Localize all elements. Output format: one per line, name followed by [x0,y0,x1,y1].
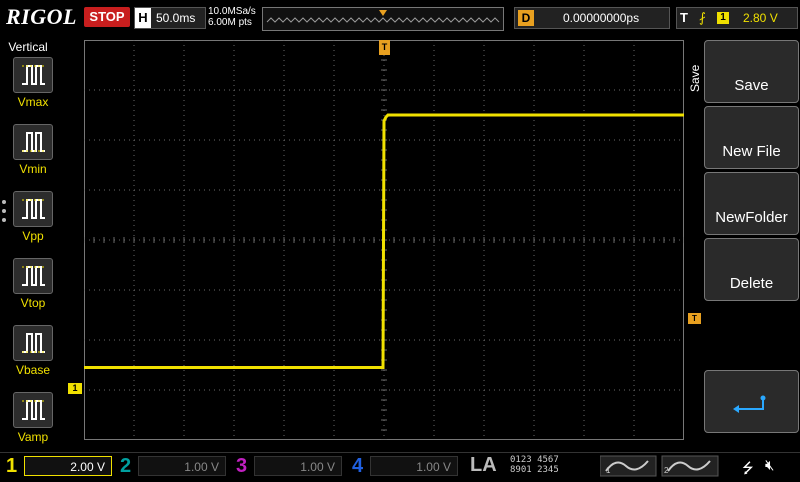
delay-indicator[interactable]: D 0.00000000ps [514,7,670,29]
return-arrow-icon [733,395,766,413]
trigger-key: T [680,10,688,25]
channel-4-number: 4 [352,455,364,477]
new-file-button[interactable]: New File [704,106,799,169]
memory-overview-strip[interactable] [262,7,504,31]
ch1-offset-marker[interactable]: 1 [68,383,82,394]
memory-waveform-icon [266,10,500,23]
acquisition-info: 10.0MSa/s 6.00M pts [208,6,256,28]
channel-4-button[interactable]: 4 1.00 V [350,454,458,478]
save-button[interactable]: Save [704,40,799,103]
memory-trigger-marker-icon [379,10,387,16]
new-folder-button[interactable]: NewFolder [704,172,799,235]
delay-key: D [518,10,534,26]
channel-3-button[interactable]: 3 1.00 V [234,454,342,478]
measure-vpp-button[interactable]: Vpp [13,191,53,243]
usb-icon: ⭍ [742,460,754,476]
vmin-icon [13,124,53,160]
channel-3-scale: 1.00 V [254,456,342,476]
channel-3-number: 3 [236,455,248,477]
measure-vmax-button[interactable]: Vmax [13,57,53,109]
source-waveform-icons[interactable]: 1 2 [600,455,730,477]
vbase-icon [13,325,53,361]
measure-panel-title: Vertical [8,40,48,54]
rising-edge-icon: ⨏ [699,10,706,25]
trigger-source: 1 [717,12,729,24]
channel-1-number: 1 [6,455,18,477]
vamp-icon [13,392,53,428]
timebase-value: 50.0ms [156,11,196,25]
channel-4-scale: 1.00 V [370,456,458,476]
measure-vbase-button[interactable]: Vbase [13,325,53,377]
timebase-indicator[interactable]: H 50.0ms [134,7,206,29]
run-stop-button[interactable]: STOP [84,7,130,27]
channel-2-scale: 1.00 V [138,456,226,476]
timebase-key: H [135,8,151,28]
measure-vmin-button[interactable]: Vmin [13,124,53,176]
trigger-position-marker[interactable]: T [379,40,390,55]
delay-value: 0.00000000ps [563,11,640,25]
trigger-level: 2.80 V [743,11,778,25]
measure-vtop-button[interactable]: Vtop [13,258,53,310]
delete-button[interactable]: Delete [704,238,799,301]
svg-text:2: 2 [664,466,669,475]
trigger-indicator[interactable]: T ⨏ 1 2.80 V [676,7,798,29]
speaker-mute-icon[interactable]: 🔇︎ [765,457,774,474]
vpp-icon [13,191,53,227]
back-button[interactable] [704,370,799,433]
sample-rate: 10.0MSa/s [208,6,256,17]
channel-2-number: 2 [120,455,132,477]
logic-analyzer-label[interactable]: LA [470,454,497,477]
vtop-icon [13,258,53,294]
softkey-menu: Save New File NewFolder Delete [704,40,800,450]
menu-title: Save [688,64,702,92]
memory-depth: 6.00M pts [208,17,252,28]
trigger-level-marker[interactable]: T [688,313,701,324]
channel-1-button[interactable]: 1 2.00 V [4,454,112,478]
measure-vamp-button[interactable]: Vamp [13,392,53,444]
channel-2-button[interactable]: 2 1.00 V [118,454,226,478]
channel-1-scale: 2.00 V [24,456,112,476]
brand-logo: RIGOL [6,4,77,29]
logic-analyzer-channels: 0123 4567 8901 2345 [510,455,559,475]
panel-scroll-dots [2,200,6,227]
svg-text:1: 1 [606,466,611,475]
vmax-icon [13,57,53,93]
waveform-display[interactable] [84,40,684,440]
